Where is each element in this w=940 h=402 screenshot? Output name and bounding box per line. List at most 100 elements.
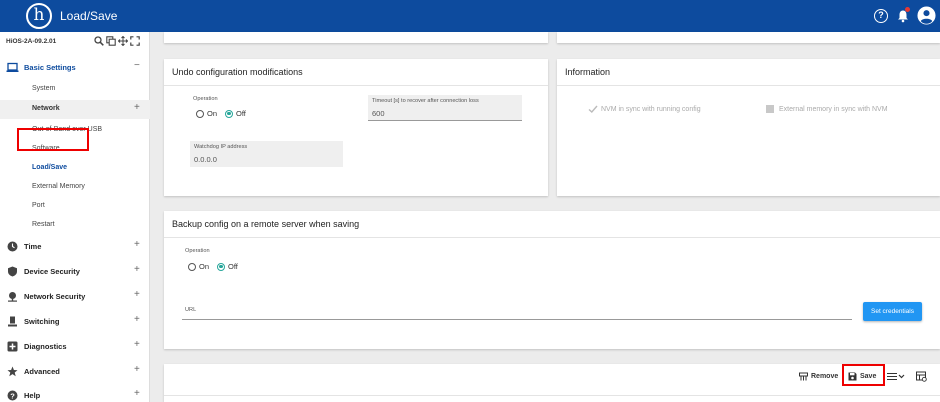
sidebar-item-label: Restart (32, 221, 55, 228)
sidebar-section-help[interactable]: ? Help + (0, 385, 150, 402)
laptop-icon (6, 62, 19, 72)
shield-icon (8, 266, 17, 277)
watchdog-value[interactable]: 0.0.0.0 (194, 155, 217, 164)
timeout-value[interactable]: 600 (372, 109, 385, 118)
card-title: Undo configuration modifications (172, 67, 303, 77)
sidebar-section-label: Time (24, 242, 42, 251)
expand-icon[interactable]: + (134, 289, 140, 300)
expand-icon[interactable]: + (134, 239, 140, 250)
radio-on-label[interactable]: On (199, 262, 209, 271)
sidebar-item-load-save[interactable]: Load/Save (0, 159, 150, 178)
copy-icon[interactable] (106, 36, 116, 46)
expand-icon[interactable]: + (134, 388, 140, 399)
sidebar-item-label: Network (32, 105, 60, 112)
svg-text:?: ? (10, 391, 15, 400)
divider (557, 85, 940, 86)
notification-dot (905, 7, 910, 12)
expand-icon[interactable]: + (134, 314, 140, 325)
highlight-load-save (17, 128, 89, 151)
sidebar-section-label: Help (24, 391, 41, 400)
expand-icon[interactable]: + (134, 364, 140, 375)
sidebar-item-label: Load/Save (32, 164, 68, 171)
divider (164, 85, 548, 86)
sidebar-item-restart[interactable]: Restart (0, 216, 150, 235)
settings-table-icon[interactable] (916, 371, 927, 382)
expand-icon[interactable]: + (134, 102, 140, 113)
timeout-field[interactable]: Timeout [s] to recover after connection … (368, 95, 522, 121)
expand-icon[interactable]: + (134, 264, 140, 275)
expand-icon[interactable]: + (134, 339, 140, 350)
sidebar-section-advanced[interactable]: Advanced + (0, 361, 150, 383)
operation-radio-group: On Off (196, 109, 246, 118)
sidebar-section-label: Advanced (24, 367, 60, 376)
page-title: Load/Save (60, 9, 118, 23)
network-icon (8, 292, 17, 302)
sidebar-section-label: Switching (24, 317, 60, 326)
search-icon[interactable] (94, 36, 104, 46)
radio-on[interactable] (188, 262, 196, 271)
sidebar-item-external-memory[interactable]: External Memory (0, 178, 150, 197)
remove-button[interactable]: Remove (799, 372, 838, 381)
sidebar-section-label: Diagnostics (24, 342, 67, 351)
radio-off-label[interactable]: Off (228, 262, 238, 271)
sidebar-item-system[interactable]: System (0, 80, 150, 99)
sidebar-section-network-security[interactable]: Network Security + (0, 286, 150, 308)
backup-config-card: Backup config on a remote server when sa… (164, 211, 940, 349)
nvm-sync-label: NVM in sync with running config (601, 105, 701, 113)
top-card-right (557, 32, 940, 43)
external-memory-sync-label: External memory in sync with NVM (779, 105, 888, 113)
operation-label: Operation (185, 248, 210, 254)
operation-radio-group: On Off (188, 262, 238, 271)
highlight-save (842, 364, 885, 386)
collapse-icon[interactable]: − (134, 60, 140, 71)
checkbox-icon (766, 105, 774, 113)
logo: h (26, 3, 52, 29)
watchdog-field[interactable]: Watchdog IP address 0.0.0.0 (190, 141, 343, 167)
radio-off-label[interactable]: Off (236, 109, 246, 118)
sidebar-section-diagnostics[interactable]: Diagnostics + (0, 336, 150, 358)
switching-icon (8, 316, 17, 327)
information-card: Information (557, 59, 940, 196)
sidebar-section-basic-settings[interactable]: Basic Settings − (0, 57, 150, 79)
device-name: HiOS-2A-09.2.01 (6, 38, 57, 45)
card-title: Backup config on a remote server when sa… (172, 219, 360, 229)
remove-label: Remove (811, 373, 839, 380)
sidebar-section-time[interactable]: Time + (0, 236, 150, 258)
menu-dropdown-icon[interactable] (887, 372, 905, 381)
card-title: Information (565, 67, 611, 77)
watchdog-label: Watchdog IP address (194, 144, 248, 150)
operation-label: Operation (193, 96, 218, 102)
sidebar-section-switching[interactable]: Switching + (0, 311, 150, 333)
fullscreen-icon[interactable] (130, 36, 140, 46)
help-icon[interactable]: ? (874, 9, 888, 23)
help-circle-icon: ? (7, 390, 18, 401)
radio-on-label[interactable]: On (207, 109, 217, 118)
radio-off[interactable] (225, 109, 234, 118)
sidebar-section-label: Network Security (24, 292, 86, 301)
sidebar-section-label: Device Security (24, 267, 80, 276)
divider (164, 237, 940, 238)
url-input[interactable]: URL (182, 292, 852, 320)
sidebar-item-label: External Memory (32, 183, 85, 190)
remove-icon (799, 372, 808, 381)
sidebar-section-device-security[interactable]: Device Security + (0, 261, 150, 283)
check-icon (588, 105, 598, 113)
external-memory-sync-status: External memory in sync with NVM (766, 105, 888, 113)
radio-on[interactable] (196, 109, 204, 118)
star-icon (7, 366, 18, 377)
set-credentials-button[interactable]: Set credentials (863, 302, 922, 321)
plus-box-icon (7, 341, 18, 352)
expand-all-icon[interactable] (118, 36, 128, 46)
radio-off[interactable] (217, 262, 226, 271)
url-label: URL (185, 307, 197, 313)
nvm-sync-status: NVM in sync with running config (588, 105, 701, 113)
sidebar-item-network[interactable]: Network + (0, 100, 150, 119)
sidebar-item-port[interactable]: Port (0, 197, 150, 216)
sidebar: HiOS-2A-09.2.01 Basic Settings − System … (0, 32, 150, 402)
top-card-left (164, 32, 548, 43)
toolbar-card (164, 364, 940, 402)
sidebar-item-label: Port (32, 202, 45, 209)
user-icon[interactable] (917, 6, 936, 25)
clock-icon (7, 241, 18, 252)
top-bar: h Load/Save ? (0, 0, 940, 32)
